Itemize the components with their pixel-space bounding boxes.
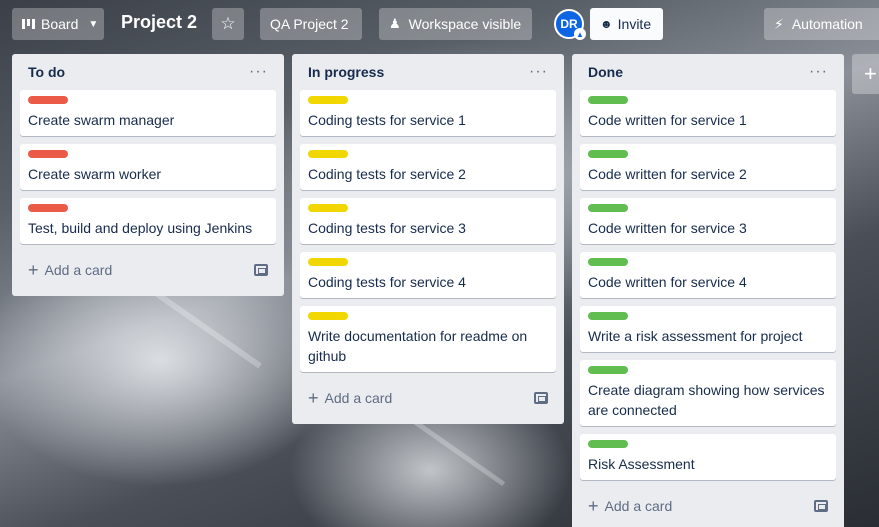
card-template-icon[interactable] [534, 392, 548, 404]
card-title: Create diagram showing how services are … [588, 382, 825, 418]
card-label-green[interactable] [588, 150, 628, 158]
lightning-icon: ⚡ [774, 15, 784, 32]
card[interactable]: Create swarm worker [20, 144, 276, 190]
board-view-label: Board [41, 16, 79, 32]
card-label-green[interactable] [588, 366, 628, 374]
card-title: Coding tests for service 1 [308, 112, 466, 128]
card-title: Test, build and deploy using Jenkins [28, 220, 253, 236]
card[interactable]: Write a risk assessment for project [580, 306, 836, 352]
add-list-button[interactable]: + [852, 54, 879, 94]
card[interactable]: Write documentation for readme on github [300, 306, 556, 372]
chevron-down-icon: ▼ [88, 18, 99, 30]
add-person-icon: ☻ [600, 17, 613, 31]
card-label-yellow[interactable] [308, 258, 348, 266]
card-label-red[interactable] [28, 150, 68, 158]
card[interactable]: Coding tests for service 3 [300, 198, 556, 244]
card[interactable]: Code written for service 3 [580, 198, 836, 244]
card-title: Code written for service 2 [588, 166, 747, 182]
plus-icon: + [28, 260, 39, 280]
add-card-button[interactable]: + Add a card [28, 261, 112, 279]
board-title[interactable]: Project 2 [121, 12, 197, 33]
list-title[interactable]: To do [28, 64, 65, 80]
list-to-do: To do ··· Create swarm manager Create sw… [12, 54, 284, 296]
card-title: Risk Assessment [588, 456, 695, 472]
card[interactable]: Coding tests for service 4 [300, 252, 556, 298]
people-icon: ♟ [389, 16, 401, 31]
add-card-label: Add a card [44, 262, 113, 278]
card[interactable]: Code written for service 4 [580, 252, 836, 298]
card-label-green[interactable] [588, 96, 628, 104]
card-label-yellow[interactable] [308, 150, 348, 158]
card-label-yellow[interactable] [308, 96, 348, 104]
board-view-icon [22, 19, 35, 29]
visibility-label: Workspace visible [408, 16, 522, 32]
list-in-progress: In progress ··· Coding tests for service… [292, 54, 564, 424]
admin-badge-icon: ▲ [574, 28, 586, 40]
card-label-green[interactable] [588, 440, 628, 448]
card-title: Write a risk assessment for project [588, 328, 803, 344]
card[interactable]: Create diagram showing how services are … [580, 360, 836, 426]
invite-label: Invite [617, 16, 652, 32]
invite-button[interactable]: ☻ Invite [590, 8, 663, 40]
card[interactable]: Code written for service 1 [580, 90, 836, 136]
card-label-yellow[interactable] [308, 204, 348, 212]
card-label-yellow[interactable] [308, 312, 348, 320]
card[interactable]: Coding tests for service 2 [300, 144, 556, 190]
card-title: Code written for service 1 [588, 112, 747, 128]
card-template-icon[interactable] [814, 500, 828, 512]
star-icon: ☆ [220, 14, 236, 33]
card-title: Create swarm manager [28, 112, 175, 128]
plus-icon: + [864, 61, 877, 86]
add-card-button[interactable]: + Add a card [308, 389, 392, 407]
plus-icon: + [308, 388, 319, 408]
card-label-red[interactable] [28, 96, 68, 104]
card-title: Coding tests for service 3 [308, 220, 466, 236]
workspace-name: QA Project 2 [270, 16, 349, 32]
list-menu-icon[interactable]: ··· [529, 64, 548, 80]
list-title[interactable]: In progress [308, 64, 384, 80]
card[interactable]: Create swarm manager [20, 90, 276, 136]
plus-icon: + [588, 496, 599, 516]
list-menu-icon[interactable]: ··· [809, 64, 828, 80]
board-header: Board ▼ Project 2 ☆ QA Project 2 ♟ Works… [0, 0, 879, 48]
star-board-button[interactable]: ☆ [212, 8, 244, 40]
add-card-label: Add a card [604, 498, 673, 514]
card-label-green[interactable] [588, 312, 628, 320]
add-card-button[interactable]: + Add a card [588, 497, 672, 515]
card[interactable]: Coding tests for service 1 [300, 90, 556, 136]
card-label-red[interactable] [28, 204, 68, 212]
add-card-label: Add a card [324, 390, 393, 406]
automation-label: Automation [791, 16, 863, 32]
automation-button[interactable]: ⚡ Automation [764, 8, 879, 40]
list-title[interactable]: Done [588, 64, 623, 80]
card-title: Coding tests for service 4 [308, 274, 466, 290]
card-template-icon[interactable] [254, 264, 268, 276]
member-avatar[interactable]: DR ▲ [554, 9, 586, 40]
card-title: Coding tests for service 2 [308, 166, 466, 182]
card-title: Write documentation for readme on github [308, 328, 528, 364]
list-done: Done ··· Code written for service 1 Code… [572, 54, 844, 527]
card-title: Code written for service 3 [588, 220, 747, 236]
card-label-green[interactable] [588, 204, 628, 212]
workspace-button[interactable]: QA Project 2 [260, 8, 362, 40]
card[interactable]: Test, build and deploy using Jenkins [20, 198, 276, 244]
card-label-green[interactable] [588, 258, 628, 266]
card[interactable]: Risk Assessment [580, 434, 836, 480]
list-menu-icon[interactable]: ··· [249, 64, 268, 80]
visibility-button[interactable]: ♟ Workspace visible [379, 8, 532, 40]
board-view-switcher[interactable]: Board ▼ [12, 8, 104, 40]
card-title: Code written for service 4 [588, 274, 747, 290]
card[interactable]: Code written for service 2 [580, 144, 836, 190]
card-title: Create swarm worker [28, 166, 162, 182]
